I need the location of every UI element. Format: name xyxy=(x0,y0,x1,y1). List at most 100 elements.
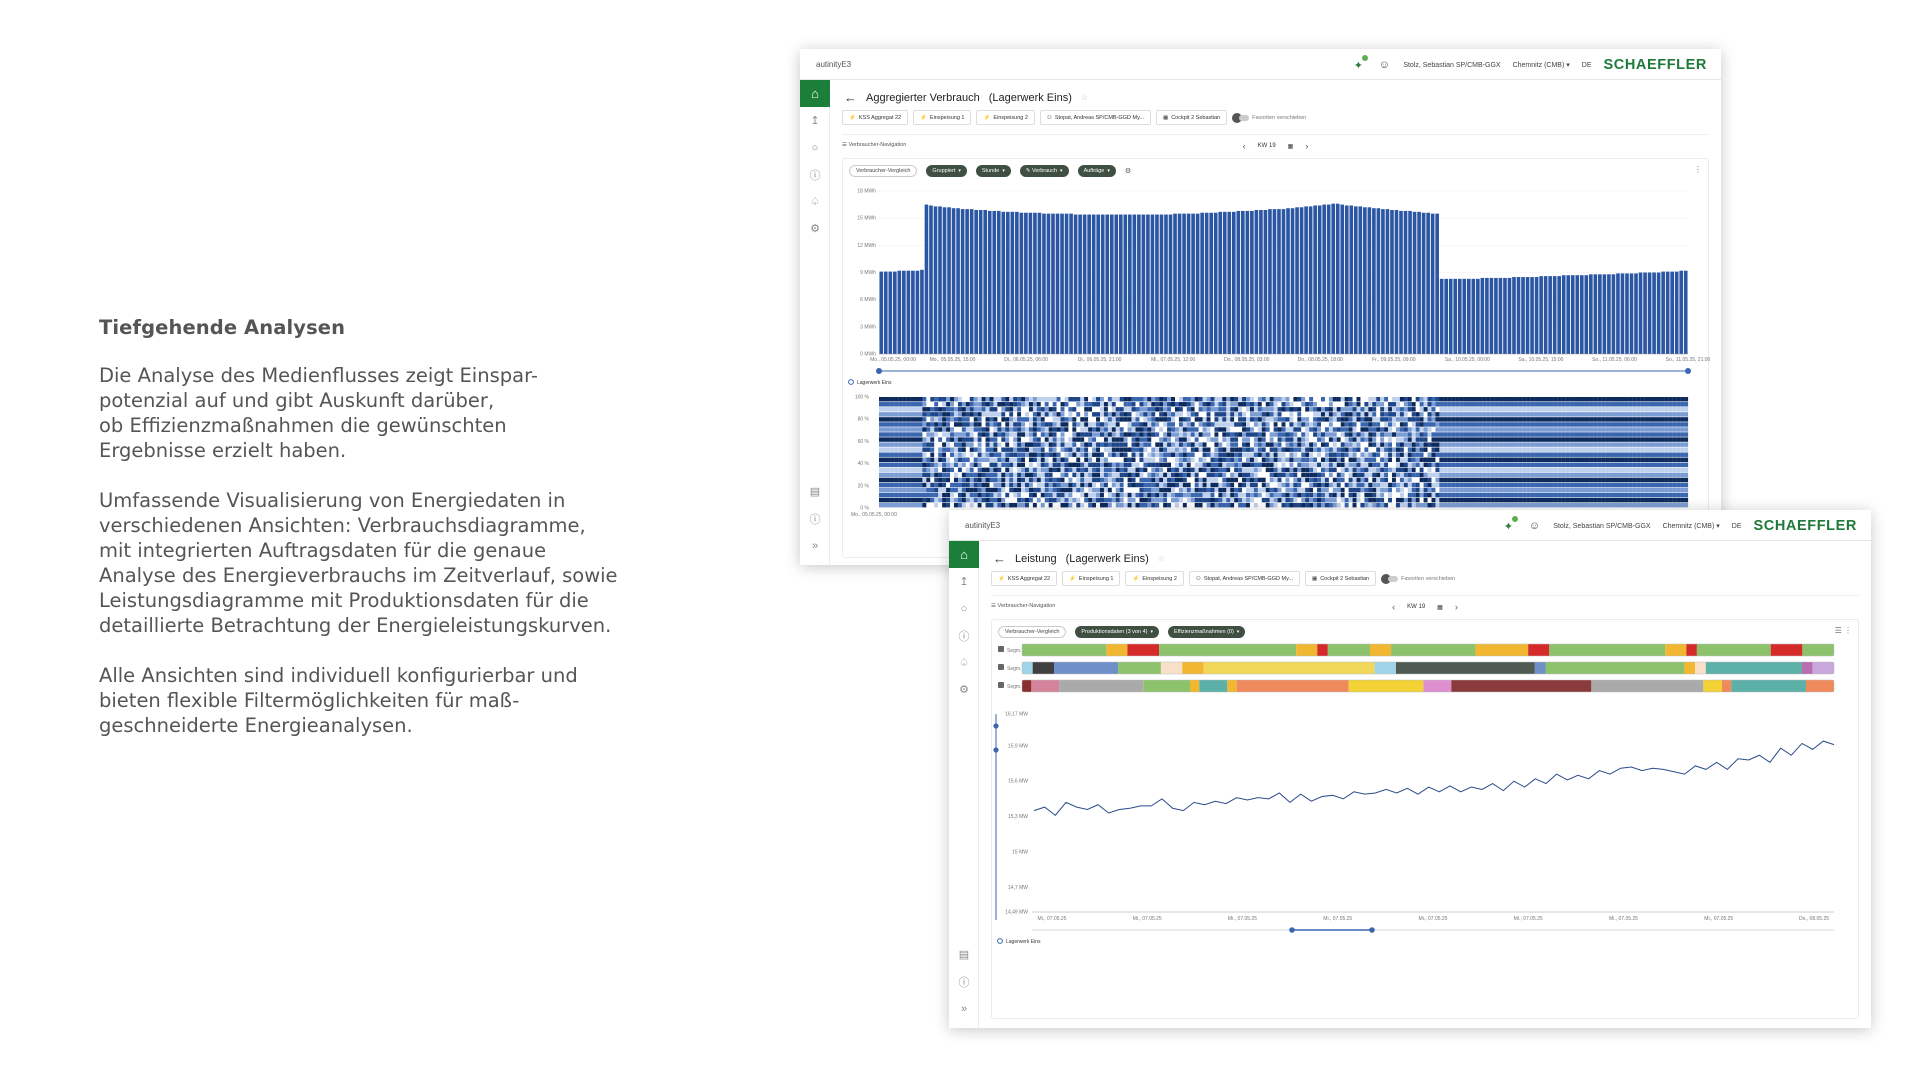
heat-cell xyxy=(914,412,919,417)
segment-block xyxy=(1812,662,1834,674)
heat-cell xyxy=(1281,467,1286,473)
bell-icon[interactable]: ♤ xyxy=(949,649,979,676)
heat-cell xyxy=(1088,502,1093,508)
favorite-item[interactable]: ⚡ Einspeisung 2 xyxy=(1125,571,1184,586)
favorite-item[interactable]: ⚡ KSS Aggregat 22 xyxy=(842,110,909,125)
back-arrow-icon[interactable]: ← xyxy=(993,551,1006,566)
chart-line-icon[interactable]: ↥ xyxy=(949,568,979,595)
heat-cell xyxy=(918,477,923,483)
heat-cell xyxy=(1281,422,1286,427)
heat-cell xyxy=(1392,477,1397,483)
site-select[interactable]: Chemnitz (CMB) xyxy=(1513,61,1570,69)
heat-cell xyxy=(1384,452,1389,457)
heat-cell xyxy=(961,402,966,407)
expand-icon[interactable]: » xyxy=(949,995,979,1022)
heat-cell xyxy=(1680,447,1685,452)
heat-cell xyxy=(1439,497,1444,503)
heat-cell xyxy=(1652,472,1657,478)
site-select[interactable]: Chemnitz (CMB) xyxy=(1663,522,1720,530)
week-label[interactable]: KW 19 xyxy=(1407,604,1425,610)
prev-week-icon[interactable]: ‹ xyxy=(1243,141,1246,151)
heat-cell xyxy=(942,472,947,478)
bell-icon[interactable]: ♤ xyxy=(800,188,830,215)
heat-cell xyxy=(1565,477,1570,483)
heat-cell xyxy=(879,437,884,442)
alert-circle-icon[interactable]: ⓘ xyxy=(949,622,979,649)
heat-cell xyxy=(1336,432,1341,437)
home-icon[interactable]: ⌂ xyxy=(949,541,979,568)
heat-cell xyxy=(1482,467,1487,473)
favorite-item[interactable]: ⚇ Stopat, Andreas SP/CMB-GGD My... xyxy=(1188,571,1300,586)
lightbulb-icon[interactable]: ○ xyxy=(800,134,830,161)
heat-cell xyxy=(1099,427,1105,432)
heat-cell xyxy=(1309,477,1314,483)
heat-cell xyxy=(894,402,899,407)
sparkle-icon[interactable]: ✦ xyxy=(1351,55,1369,72)
heat-cell xyxy=(1597,497,1602,503)
heat-cell xyxy=(1577,472,1582,478)
heat-cell xyxy=(1103,402,1108,407)
heat-cell xyxy=(1182,442,1187,447)
gear-icon[interactable]: ⚙ xyxy=(949,676,979,703)
back-arrow-icon[interactable]: ← xyxy=(844,90,857,105)
heat-cell xyxy=(1364,487,1369,493)
heat-cell xyxy=(977,487,982,493)
heat-cell xyxy=(1167,422,1172,427)
favorites-edit-toggle[interactable]: Favoriten verschieben xyxy=(1381,573,1455,584)
calendar-icon[interactable]: ▦ xyxy=(1437,604,1443,611)
home-icon[interactable]: ⌂ xyxy=(800,80,830,107)
favorite-item[interactable]: ⚡ Einspeisung 1 xyxy=(1062,571,1121,586)
heat-cell xyxy=(1111,447,1116,452)
favorite-item[interactable]: ▦ Cockpit 2 Sebastian xyxy=(1156,110,1228,125)
user-name[interactable]: Stolz, Sebastian SP/CMB-GGX xyxy=(1553,523,1650,530)
book-icon[interactable]: ▤ xyxy=(949,941,979,968)
alert-circle-icon[interactable]: ⓘ xyxy=(800,161,830,188)
heat-cell xyxy=(1395,502,1401,508)
book-icon[interactable]: ▤ xyxy=(800,478,830,505)
favorite-item[interactable]: ▦ Cockpit 2 Sebastian xyxy=(1305,571,1377,586)
heat-cell xyxy=(1032,472,1037,478)
user-icon[interactable]: ☺ xyxy=(1527,519,1541,533)
heat-cell xyxy=(985,487,990,493)
heat-cell xyxy=(1664,462,1669,468)
next-week-icon[interactable]: › xyxy=(1455,602,1458,612)
pin-icon[interactable]: ☆ xyxy=(1158,554,1165,563)
bar xyxy=(1186,213,1191,354)
sparkle-icon[interactable]: ✦ xyxy=(1501,516,1519,533)
heat-cell xyxy=(1202,467,1207,473)
language-switch[interactable]: DE xyxy=(1582,62,1592,69)
heat-cell xyxy=(1384,447,1389,452)
heat-cell xyxy=(1076,497,1081,503)
calendar-icon[interactable]: ▦ xyxy=(1288,143,1294,150)
pin-icon[interactable]: ☆ xyxy=(1081,93,1088,102)
heat-cell xyxy=(1435,447,1440,452)
chart-line-icon[interactable]: ↥ xyxy=(800,107,830,134)
week-label[interactable]: KW 19 xyxy=(1258,143,1276,149)
heat-cell xyxy=(1147,457,1152,462)
nav-label[interactable]: ☰ Verbraucher-Navigation xyxy=(842,142,906,148)
heat-cell xyxy=(1044,417,1049,422)
next-week-icon[interactable]: › xyxy=(1305,141,1308,151)
power-window: autinityE3 ✦ ☺ Stolz, Sebastian SP/CMB-G… xyxy=(949,510,1871,1028)
favorite-item[interactable]: ⚡ Einspeisung 2 xyxy=(976,110,1035,125)
heat-cell xyxy=(882,397,887,402)
favorite-item[interactable]: ⚡ KSS Aggregat 22 xyxy=(991,571,1058,586)
language-switch[interactable]: DE xyxy=(1732,523,1742,530)
nav-label[interactable]: ☰ Verbraucher-Navigation xyxy=(991,603,1055,609)
favorites-edit-toggle[interactable]: Favoriten verschieben xyxy=(1232,112,1306,123)
heat-cell xyxy=(1609,502,1614,508)
expand-icon[interactable]: » xyxy=(800,532,830,559)
favorite-item[interactable]: ⚡ Einspeisung 1 xyxy=(913,110,972,125)
heat-cell xyxy=(1514,432,1519,437)
user-name[interactable]: Stolz, Sebastian SP/CMB-GGX xyxy=(1403,62,1500,69)
prev-week-icon[interactable]: ‹ xyxy=(1392,602,1395,612)
heat-cell xyxy=(1439,477,1444,483)
lightbulb-icon[interactable]: ○ xyxy=(949,595,979,622)
heat-cell xyxy=(1380,492,1385,498)
info-icon[interactable]: ⓘ xyxy=(949,968,979,995)
info-icon[interactable]: ⓘ xyxy=(800,505,830,532)
heat-cell xyxy=(1530,472,1535,478)
favorite-item[interactable]: ⚇ Stopat, Andreas SP/CMB-GGD My... xyxy=(1039,110,1151,125)
gear-icon[interactable]: ⚙ xyxy=(800,215,830,242)
user-icon[interactable]: ☺ xyxy=(1377,58,1391,72)
